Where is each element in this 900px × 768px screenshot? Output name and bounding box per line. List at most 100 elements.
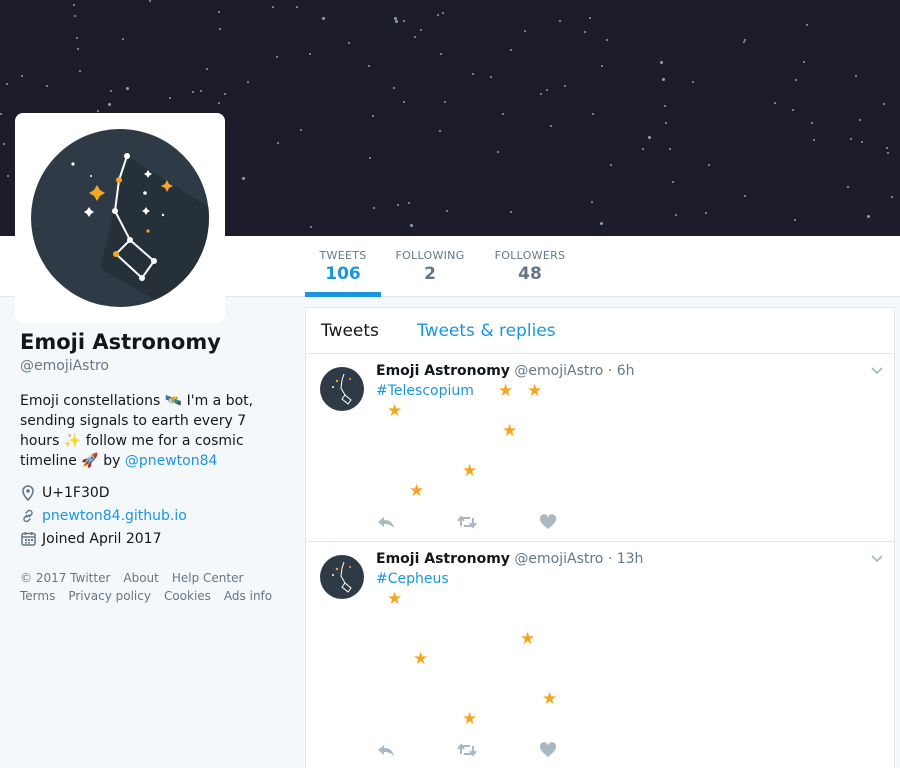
heart-icon[interactable] — [538, 514, 558, 530]
banner-star — [442, 12, 444, 14]
banner-star — [410, 224, 413, 227]
tweet-timestamp[interactable]: 13h — [617, 551, 644, 567]
location-text: U+1F30D — [42, 484, 110, 501]
banner-star — [309, 53, 311, 55]
stat-following[interactable]: FOLLOWING 2 — [392, 236, 468, 296]
banner-star — [665, 122, 667, 124]
tweet-avatar[interactable] — [320, 367, 364, 411]
banner-star — [540, 93, 542, 95]
tweet-author-name[interactable]: Emoji Astronomy — [376, 551, 510, 567]
footer-terms[interactable]: Terms — [20, 589, 55, 603]
banner-star — [813, 139, 815, 141]
stat-followers[interactable]: FOLLOWERS 48 — [492, 236, 568, 296]
stat-tweets[interactable]: TWEETS 106 — [305, 236, 381, 297]
tab-tweets[interactable]: Tweets — [321, 321, 379, 341]
tweet-separator: · — [607, 363, 613, 379]
chevron-down-icon[interactable] — [870, 551, 884, 565]
banner-star — [408, 202, 410, 204]
banner-star — [439, 130, 441, 132]
star-emoji: ★ — [527, 381, 543, 401]
chevron-down-icon[interactable] — [870, 363, 884, 377]
banner-star — [861, 141, 863, 143]
stat-tweets-label: TWEETS — [319, 249, 367, 262]
tweet-hashtag[interactable]: #Telescopium — [376, 383, 474, 399]
tweet-separator: · — [607, 551, 613, 567]
footer-copyright[interactable]: © 2017 Twitter — [20, 571, 110, 585]
banner-star — [564, 85, 566, 87]
banner-star — [97, 110, 99, 112]
tweet-author-handle[interactable]: @emojiAstro — [514, 551, 603, 567]
tweet-header: Emoji Astronomy @emojiAstro · 6h — [376, 363, 635, 379]
banner-star — [589, 17, 591, 19]
website-link[interactable]: pnewton84.github.io — [42, 508, 187, 524]
tweet-avatar[interactable] — [320, 555, 364, 599]
stat-followers-value: 48 — [518, 264, 542, 284]
tweet-item[interactable]: Emoji Astronomy @emojiAstro · 13h #Cephe… — [306, 542, 894, 768]
banner-star — [348, 42, 350, 44]
banner-star — [592, 113, 594, 115]
star-emoji: ★ — [502, 421, 518, 441]
constellation-avatar-icon — [31, 129, 209, 307]
banner-star — [444, 101, 446, 103]
banner-star — [490, 76, 492, 78]
tweet-header: Emoji Astronomy @emojiAstro · 13h — [376, 551, 643, 567]
banner-star — [169, 97, 171, 99]
banner-star — [393, 87, 395, 89]
footer-about[interactable]: About — [123, 571, 158, 585]
banner-star — [122, 38, 124, 40]
star-emoji: ★ — [413, 649, 429, 669]
banner-star — [394, 17, 397, 20]
retweet-icon[interactable] — [457, 742, 477, 758]
tab-tweets-replies[interactable]: Tweets & replies — [417, 321, 556, 341]
banner-star — [648, 136, 651, 139]
banner-star — [675, 214, 677, 216]
tweet-timestamp[interactable]: 6h — [617, 363, 635, 379]
footer-ads-info[interactable]: Ads info — [224, 589, 272, 603]
banner-star — [883, 103, 885, 105]
banner-star — [310, 226, 312, 228]
banner-star — [642, 148, 644, 150]
reply-icon[interactable] — [376, 742, 396, 758]
footer-cookies[interactable]: Cookies — [164, 589, 211, 603]
banner-star — [3, 143, 5, 145]
banner-star — [497, 151, 499, 153]
banner-star — [672, 181, 674, 183]
banner-star — [218, 102, 220, 104]
map-pin-icon — [20, 484, 36, 501]
tweet-hashtag[interactable]: #Cepheus — [376, 571, 449, 587]
profile-avatar-card[interactable] — [15, 113, 225, 323]
banner-star — [559, 20, 561, 22]
star-emoji: ★ — [409, 481, 425, 501]
banner-star — [200, 90, 202, 92]
banner-star — [610, 164, 612, 166]
banner-star — [0, 113, 2, 115]
footer-privacy[interactable]: Privacy policy — [68, 589, 151, 603]
banner-star — [224, 93, 226, 95]
tweet-author-handle[interactable]: @emojiAstro — [514, 363, 603, 379]
banner-star — [692, 81, 694, 83]
calendar-icon — [20, 531, 36, 547]
heart-icon[interactable] — [538, 742, 558, 758]
banner-star — [277, 142, 279, 144]
profile-handle: @emojiAstro — [20, 358, 109, 374]
banner-star — [403, 101, 405, 103]
banner-star — [369, 157, 371, 159]
retweet-icon[interactable] — [457, 514, 477, 530]
banner-star — [296, 6, 298, 8]
star-emoji: ★ — [462, 709, 478, 729]
banner-star — [276, 56, 278, 58]
timeline-tabs: Tweets Tweets & replies — [306, 308, 894, 354]
tweet-item[interactable]: Emoji Astronomy @emojiAstro · 6h #Telesc… — [306, 354, 894, 542]
site-footer: © 2017 Twitter About Help Center Terms Priv… — [20, 569, 290, 605]
bio-author-link[interactable]: @pnewton84 — [125, 453, 218, 469]
stat-following-label: FOLLOWING — [395, 249, 465, 262]
banner-star — [322, 17, 325, 20]
footer-help-center[interactable]: Help Center — [172, 571, 244, 585]
star-emoji: ★ — [387, 589, 403, 609]
banner-star — [77, 48, 79, 50]
reply-icon[interactable] — [376, 514, 396, 530]
banner-star — [662, 78, 665, 81]
tweet-author-name[interactable]: Emoji Astronomy — [376, 363, 510, 379]
banner-star — [420, 29, 422, 31]
link-icon — [20, 508, 36, 524]
